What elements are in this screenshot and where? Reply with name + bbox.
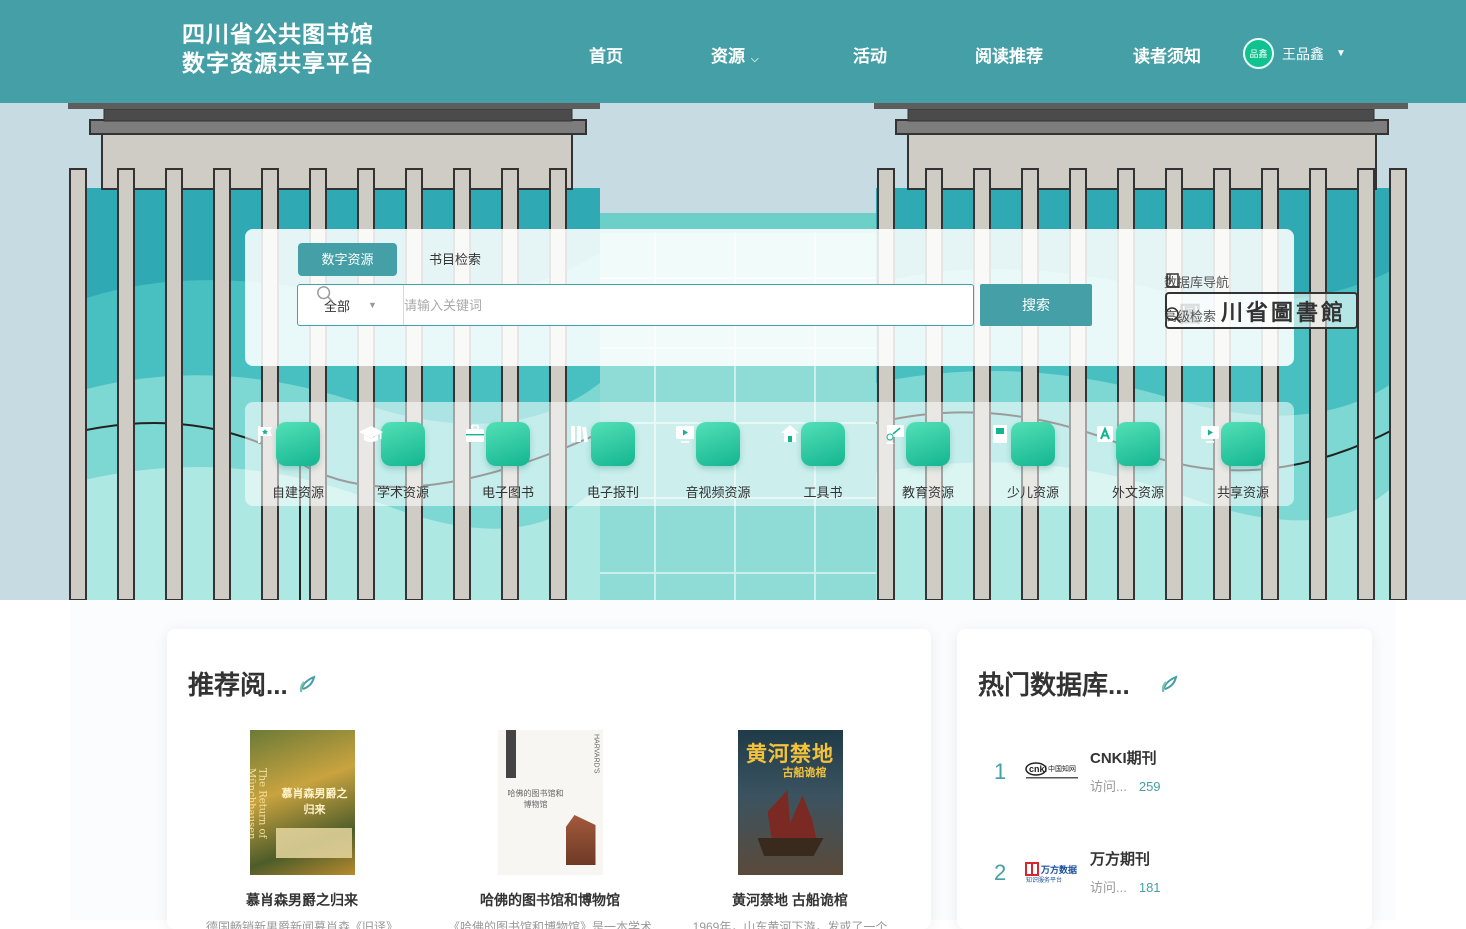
- leaf-icon: [1161, 674, 1178, 692]
- search-panel: 数字资源 书目检索 全部 ▼ 搜索 数据库导航 圖 川省圖書館: [245, 229, 1358, 366]
- user-menu[interactable]: 品鑫 王品鑫 ▼: [1243, 38, 1346, 69]
- book-item[interactable]: The Return of Münchhausen 慕肖森男爵之归来 慕肖森男爵…: [197, 730, 407, 929]
- category-audio-video[interactable]: 音视频资源: [673, 422, 763, 501]
- category-foreign[interactable]: 外文资源: [1093, 422, 1183, 501]
- advanced-search-link[interactable]: 高级检索: [1164, 306, 1216, 325]
- database-item-cnki[interactable]: 1 cnki 中国知网 CNKI期刊 访问... 259: [994, 741, 1334, 801]
- play-icon: [676, 422, 740, 466]
- nav-reading-recommend[interactable]: 阅读推荐: [975, 42, 1043, 67]
- letter-a-icon: [1097, 422, 1160, 466]
- magnifier-icon: [1165, 307, 1181, 323]
- svg-text:中国知网: 中国知网: [1048, 764, 1076, 773]
- user-name: 王品鑫: [1282, 45, 1324, 62]
- database-item-wanfang[interactable]: 2 万方数据 知识服务平台 万方期刊 访问... 181: [994, 842, 1334, 902]
- books-icon: [571, 422, 635, 466]
- nav-activities[interactable]: 活动: [853, 42, 887, 67]
- category-self-built[interactable]: 自建资源: [253, 422, 343, 501]
- book-icon: [993, 422, 1055, 466]
- wanfang-logo: 万方数据 知识服务平台: [1024, 856, 1084, 888]
- category-academic[interactable]: 学术资源: [358, 422, 448, 501]
- book-cover: The Return of Münchhausen 慕肖森男爵之归来: [249, 730, 355, 875]
- rank-number: 1: [994, 759, 1007, 784]
- search-input[interactable]: [404, 297, 973, 313]
- chevron-down-icon: ⌵: [751, 54, 759, 65]
- hot-databases-title: 热门数据库...: [978, 665, 1180, 702]
- database-nav-link[interactable]: 数据库导航: [1164, 272, 1229, 291]
- svg-text:cnki: cnki: [1029, 764, 1047, 774]
- caret-down-icon: ▼: [368, 300, 377, 310]
- visit-count: 259: [1138, 779, 1161, 794]
- home-icon: [781, 422, 845, 466]
- visit-count: 181: [1138, 880, 1161, 895]
- resource-categories: 自建资源 学术资源 电子图书 电子报刊 音视频资源 工具书 教育资源 少儿资源 …: [245, 402, 1294, 506]
- logo-line-1: 四川省公共图书馆: [182, 21, 374, 47]
- nav-home[interactable]: 首页: [589, 42, 623, 67]
- book-icon: [1166, 273, 1179, 288]
- play-icon: [1201, 422, 1265, 466]
- nav-reader-notice[interactable]: 读者须知: [1133, 42, 1201, 67]
- svg-text:知识服务平台: 知识服务平台: [1026, 876, 1062, 884]
- graduation-cap-icon: [359, 422, 425, 466]
- book-cover: 黄河禁地 古船诡棺: [737, 730, 843, 875]
- briefcase-icon: [466, 422, 530, 466]
- svg-text:万方数据: 万方数据: [1040, 864, 1077, 875]
- search-icon: [317, 286, 333, 302]
- rank-number: 2: [994, 860, 1007, 885]
- logo-line-2: 数字资源共享平台: [182, 50, 374, 76]
- caret-down-icon: ▼: [1336, 48, 1346, 59]
- search-box: 全部 ▼: [297, 284, 974, 326]
- tab-catalog-search[interactable]: 书目检索: [415, 243, 495, 276]
- category-reference-books[interactable]: 工具书: [778, 422, 868, 501]
- flag-icon: [258, 422, 320, 466]
- cnki-logo: cnki 中国知网: [1024, 755, 1084, 787]
- category-children[interactable]: 少儿资源: [988, 422, 1078, 501]
- tab-digital-resources[interactable]: 数字资源: [298, 243, 397, 276]
- category-shared[interactable]: 共享资源: [1198, 422, 1288, 501]
- search-scope-select[interactable]: 全部 ▼: [298, 285, 404, 325]
- avatar: 品鑫: [1243, 38, 1274, 69]
- top-header: 四川省公共图书馆 数字资源共享平台 首页 资源 ⌵ 活动 阅读推荐 读者须知 品鑫…: [0, 0, 1466, 103]
- category-periodicals[interactable]: 电子报刊: [568, 422, 658, 501]
- category-ebooks[interactable]: 电子图书: [463, 422, 553, 501]
- recommended-reading-title: 推荐阅...: [188, 665, 318, 702]
- nav-resources[interactable]: 资源 ⌵: [711, 42, 759, 67]
- hot-databases-card: 热门数据库... 1 cnki 中国知网 CNKI期刊 访问... 259 2 万…: [957, 629, 1372, 929]
- leaf-icon: [299, 674, 316, 692]
- hero-banner: 数字资源 书目检索 全部 ▼ 搜索 数据库导航 圖 川省圖書館: [0, 103, 1466, 600]
- site-logo[interactable]: 四川省公共图书馆 数字资源共享平台: [182, 20, 374, 78]
- book-cover: HARVARD'S 哈佛的图书馆和博物馆: [497, 730, 603, 875]
- teacher-icon: [886, 422, 950, 466]
- book-item[interactable]: 黄河禁地 古船诡棺 黄河禁地 古船诡棺 1969年，山东黄河下游，发或了一个: [685, 730, 895, 929]
- search-button[interactable]: 搜索: [980, 284, 1092, 326]
- category-education[interactable]: 教育资源: [883, 422, 973, 501]
- book-item[interactable]: HARVARD'S 哈佛的图书馆和博物馆 哈佛的图书馆和博物馆 《哈佛的图书馆和…: [445, 730, 655, 929]
- recommended-reading-card: 推荐阅... The Return of Münchhausen 慕肖森男爵之归…: [167, 629, 931, 929]
